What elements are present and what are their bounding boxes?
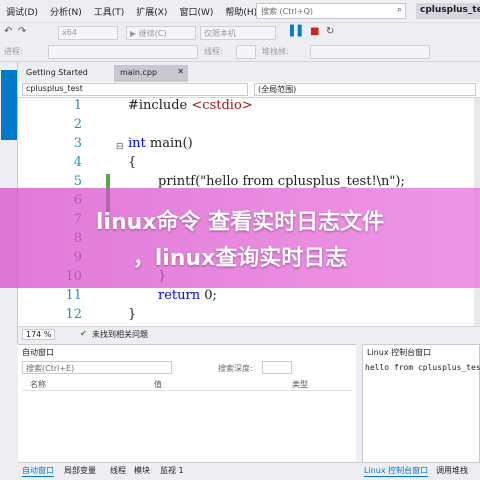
- editor-status-row: 174 % ✔ 未找到相关问题: [18, 326, 480, 340]
- toolbar-debug: 进程: 线程: 堆栈帧:: [0, 42, 480, 62]
- line-number: 3: [73, 136, 82, 151]
- tab-callstack[interactable]: 调用堆栈: [436, 465, 468, 476]
- pause-icon[interactable]: ▌▌: [290, 26, 305, 37]
- tab-linux-console[interactable]: Linux 控制台窗口: [364, 465, 429, 477]
- code-line-return: return 0;: [158, 288, 217, 303]
- check-icon: ✔: [80, 329, 87, 338]
- overlay-title-line-2: ，linux查询实时日志: [132, 246, 348, 271]
- tab-main-cpp-label: main.cpp: [120, 68, 158, 77]
- main-signature: main(): [145, 136, 193, 151]
- line-number: 1: [73, 98, 82, 113]
- menu-debug[interactable]: 调试(D): [0, 5, 44, 18]
- stop-icon[interactable]: ■: [310, 26, 319, 37]
- close-icon[interactable]: ✕: [177, 67, 184, 76]
- issues-status: 未找到相关问题: [92, 330, 148, 339]
- autos-search-input[interactable]: 搜索(Ctrl+E): [22, 361, 172, 374]
- toolbar-main: ↶ ↷ x64 ▶ 继续(C) 仅限本机 ▌▌ ■ ↻: [0, 22, 480, 42]
- menu-window[interactable]: 窗口(W): [173, 5, 219, 18]
- include-keyword: #include: [128, 98, 188, 113]
- autos-header: 名称 值 类型: [22, 379, 352, 391]
- tab-getting-started[interactable]: Getting Started: [20, 65, 94, 82]
- document-tabs: Getting Started main.cpp ✕: [18, 62, 480, 82]
- int-keyword: int: [128, 136, 146, 151]
- restart-icon[interactable]: ↻: [326, 26, 334, 37]
- platform-select[interactable]: x64: [58, 26, 118, 40]
- col-value: 值: [154, 380, 162, 389]
- autos-panel: 自动窗口 搜索(Ctrl+E) 搜索深度: 名称 值 类型: [18, 344, 356, 464]
- undo-icon[interactable]: ↶: [4, 26, 12, 37]
- line-number: 12: [65, 307, 82, 322]
- thread-label: 线程:: [204, 47, 223, 56]
- project-nav-select[interactable]: cplusplus_test: [22, 83, 248, 96]
- tab-modules[interactable]: 模块: [134, 465, 150, 476]
- overlay-title-line-1: linux命令 查看实时日志文件: [95, 210, 385, 235]
- project-name: cplusplus_test: [416, 3, 480, 19]
- tab-watch[interactable]: 监视 1: [160, 465, 184, 476]
- autos-search-placeholder: 搜索(Ctrl+E): [26, 364, 75, 373]
- cpu-select[interactable]: 仅限本机: [200, 26, 276, 40]
- menu-bar: 调试(D) 分析(N) 工具(T) 扩展(X) 窗口(W) 帮助(H): [0, 0, 480, 22]
- code-line-printf: printf("hello from cplusplus_test!\n");: [158, 174, 405, 189]
- tab-locals[interactable]: 局部变量: [64, 465, 96, 476]
- console-output: hello from cplusplus_tes: [365, 363, 480, 372]
- search-input[interactable]: 搜索 (Ctrl+Q) ⌕: [256, 3, 406, 19]
- thread-select[interactable]: [236, 45, 256, 59]
- search-depth-select[interactable]: [262, 361, 292, 374]
- tab-autos[interactable]: 自动窗口: [22, 465, 54, 477]
- search-icon: ⌕: [396, 5, 402, 15]
- process-label: 进程:: [4, 47, 23, 56]
- return-keyword: return: [158, 288, 201, 303]
- col-name: 名称: [30, 380, 46, 389]
- search-depth-label: 搜索深度:: [218, 364, 253, 373]
- tab-getting-started-label: Getting Started: [26, 68, 88, 77]
- process-select[interactable]: [48, 45, 198, 59]
- tab-threads[interactable]: 线程: [110, 465, 126, 476]
- code-line-include: #include <cstdio>: [128, 98, 253, 113]
- title-overlay: linux命令 查看实时日志文件 ，linux查询实时日志: [0, 188, 480, 288]
- line-number: 4: [73, 155, 82, 170]
- scope-nav-select[interactable]: (全局范围): [254, 83, 476, 96]
- line-number: 11: [65, 288, 82, 303]
- navigation-bar: cplusplus_test (全局范围): [18, 82, 480, 98]
- line-number: 2: [73, 117, 82, 132]
- tab-main-cpp[interactable]: main.cpp ✕: [114, 65, 188, 82]
- linux-console-panel: Linux 控制台窗口 hello from cplusplus_tes: [362, 344, 480, 464]
- stack-frame-select[interactable]: [310, 45, 430, 59]
- collapse-icon[interactable]: ⊟: [116, 142, 124, 152]
- debug-start-button[interactable]: ▶ 继续(C): [126, 26, 196, 40]
- include-target: <cstdio>: [191, 98, 253, 113]
- menu-extensions[interactable]: 扩展(X): [130, 5, 173, 18]
- return-value: 0;: [200, 288, 217, 303]
- code-line-open-brace: {: [128, 155, 137, 170]
- search-placeholder: 搜索 (Ctrl+Q): [261, 7, 314, 16]
- redo-icon[interactable]: ↷: [18, 26, 26, 37]
- autos-title: 自动窗口: [22, 348, 54, 357]
- zoom-level[interactable]: 174 %: [22, 329, 56, 340]
- col-type: 类型: [292, 380, 308, 389]
- line-number: 5: [73, 174, 82, 189]
- solution-explorer-tab[interactable]: [1, 70, 17, 140]
- code-line-main: int main(): [128, 136, 193, 151]
- code-line-close-brace: }: [128, 307, 137, 322]
- menu-tools[interactable]: 工具(T): [88, 5, 131, 18]
- bottom-tool-tabs: 自动窗口 局部变量 线程 模块 监视 1 Linux 控制台窗口 调用堆栈: [18, 462, 480, 480]
- console-title: Linux 控制台窗口: [367, 348, 432, 357]
- stack-label: 堆栈帧:: [262, 47, 289, 56]
- menu-analyze[interactable]: 分析(N): [44, 5, 88, 18]
